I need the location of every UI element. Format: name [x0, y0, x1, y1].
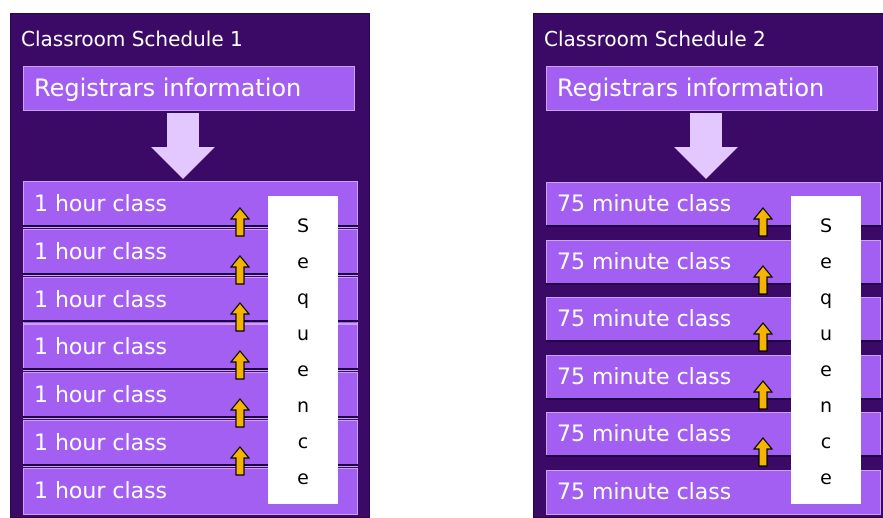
panel-title: Classroom Schedule 2: [544, 27, 766, 51]
sequence-letter: S: [296, 215, 310, 237]
down-arrow-icon: [674, 113, 738, 179]
class-label: 1 hour class: [34, 287, 167, 313]
sequence-letter: q: [296, 287, 310, 309]
class-label: 75 minute class: [557, 307, 732, 333]
up-arrow-icon: [230, 398, 250, 428]
sequence-box: Sequence: [268, 196, 338, 504]
schedule-panel-1: Classroom Schedule 1 Registrars informat…: [10, 13, 370, 518]
sequence-letter: u: [819, 323, 833, 345]
down-arrow-icon: [151, 113, 215, 179]
sequence-box: Sequence: [791, 196, 861, 504]
sequence-letter: c: [820, 431, 832, 453]
up-arrow-icon: [753, 207, 773, 237]
sequence-letter: n: [296, 395, 310, 417]
up-arrow-icon: [230, 254, 250, 285]
panel-title: Classroom Schedule 1: [21, 27, 243, 51]
up-arrow-icon: [753, 437, 773, 467]
class-label: 1 hour class: [34, 192, 167, 217]
up-arrow-icon: [230, 350, 250, 380]
sequence-letter: e: [297, 251, 309, 273]
up-arrow-icon: [753, 322, 773, 352]
sequence-letter: c: [297, 431, 309, 453]
sequence-letter: e: [297, 359, 309, 381]
class-label: 1 hour class: [34, 335, 167, 361]
sequence-letter: S: [819, 215, 833, 237]
registrars-box: Registrars information: [23, 66, 355, 111]
up-arrow-icon: [753, 379, 773, 410]
sequence-letter: u: [296, 323, 310, 345]
up-arrow-icon: [753, 264, 773, 295]
class-label: 1 hour class: [34, 478, 167, 504]
class-label: 1 hour class: [34, 431, 167, 456]
sequence-letter: q: [819, 287, 833, 309]
class-label: 1 hour class: [34, 383, 167, 409]
up-arrow-icon: [230, 302, 250, 332]
up-arrow-icon: [230, 206, 250, 237]
sequence-letter: e: [820, 467, 832, 489]
sequence-letter: e: [820, 251, 832, 273]
sequence-letter: e: [820, 359, 832, 381]
class-label: 75 minute class: [557, 480, 732, 505]
registrars-box: Registrars information: [546, 66, 878, 111]
class-label: 75 minute class: [557, 422, 732, 448]
sequence-letter: n: [819, 395, 833, 417]
class-label: 75 minute class: [557, 192, 732, 217]
up-arrow-icon: [230, 445, 250, 476]
class-label: 75 minute class: [557, 249, 732, 275]
sequence-letter: e: [297, 467, 309, 489]
class-label: 1 hour class: [34, 239, 167, 265]
class-label: 75 minute class: [557, 364, 732, 390]
schedule-panel-2: Classroom Schedule 2 Registrars informat…: [533, 13, 883, 518]
